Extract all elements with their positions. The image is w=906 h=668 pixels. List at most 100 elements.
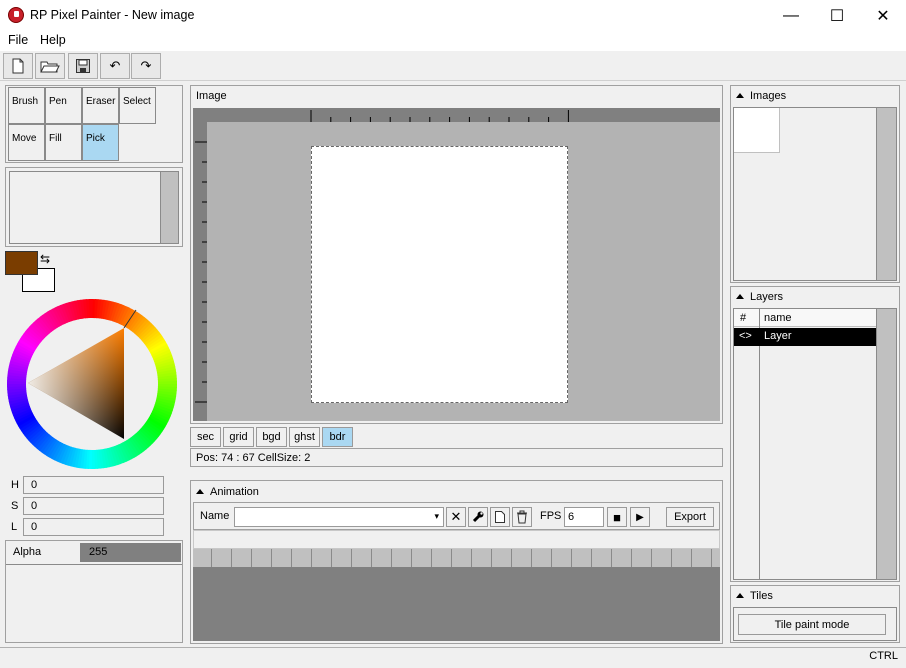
- position-status: Pos: 74 : 67 CellSize: 2: [190, 448, 723, 467]
- canvas-area[interactable]: [193, 108, 720, 421]
- tiles-panel: Tiles Tile paint mode: [730, 585, 900, 643]
- tool-fill[interactable]: Fill: [45, 124, 82, 161]
- tool-move[interactable]: Move: [8, 124, 45, 161]
- images-panel-header[interactable]: Images: [736, 90, 786, 102]
- l-label: L: [11, 521, 18, 533]
- images-panel: Images: [730, 85, 900, 283]
- alpha-slider[interactable]: 255: [80, 543, 181, 562]
- frame-cell[interactable]: [473, 549, 492, 567]
- frame-cell[interactable]: [493, 549, 512, 567]
- layers-panel: Layers # name <> Layer: [730, 286, 900, 582]
- layers-panel-header[interactable]: Layers: [736, 291, 783, 303]
- toggle-bdr[interactable]: bdr: [322, 427, 353, 447]
- frame-cell[interactable]: [513, 549, 532, 567]
- palette-list[interactable]: [9, 171, 179, 244]
- frame-cell[interactable]: [433, 549, 452, 567]
- new-file-button[interactable]: [3, 53, 33, 79]
- animation-preview: [193, 567, 720, 641]
- tool-brush[interactable]: Brush: [8, 87, 45, 124]
- color-wheel[interactable]: [6, 298, 178, 470]
- toggle-grid[interactable]: grid: [223, 427, 254, 447]
- frame-cell[interactable]: [413, 549, 432, 567]
- close-button[interactable]: ✕: [860, 0, 906, 31]
- frame-cell[interactable]: [533, 549, 552, 567]
- play-button[interactable]: ▶: [630, 507, 650, 527]
- layer-name: Layer: [764, 330, 792, 342]
- frame-cell[interactable]: [213, 549, 232, 567]
- frame-cell[interactable]: [613, 549, 632, 567]
- open-button[interactable]: [35, 53, 65, 79]
- tile-paint-mode-button[interactable]: Tile paint mode: [738, 614, 886, 635]
- window-title: RP Pixel Painter - New image: [30, 8, 195, 22]
- frame-cell[interactable]: [373, 549, 392, 567]
- image-thumbnail[interactable]: [734, 108, 780, 153]
- frame-cell[interactable]: [693, 549, 712, 567]
- frame-cell[interactable]: [233, 549, 252, 567]
- menu-help[interactable]: Help: [40, 33, 66, 47]
- frame-cell[interactable]: [673, 549, 692, 567]
- undo-button[interactable]: ↶: [100, 53, 130, 79]
- minimize-button[interactable]: —: [768, 0, 814, 31]
- frame-cell[interactable]: [313, 549, 332, 567]
- menu-file[interactable]: File: [8, 33, 28, 47]
- frame-cell[interactable]: [333, 549, 352, 567]
- stop-button[interactable]: ■: [607, 507, 627, 527]
- frame-cell[interactable]: [253, 549, 272, 567]
- frame-cell[interactable]: [633, 549, 652, 567]
- name-label: Name: [200, 510, 230, 522]
- animation-name-combobox[interactable]: ▾: [234, 507, 444, 527]
- visibility-icon[interactable]: <>: [739, 330, 752, 342]
- frame-cell[interactable]: [393, 549, 412, 567]
- layer-row[interactable]: <> Layer: [734, 328, 878, 346]
- toggle-ghst[interactable]: ghst: [289, 427, 320, 447]
- maximize-button[interactable]: ☐: [814, 0, 860, 31]
- frame-cell[interactable]: [653, 549, 672, 567]
- export-button[interactable]: Export: [666, 507, 714, 527]
- images-list[interactable]: [733, 107, 897, 281]
- redo-button[interactable]: ↷: [131, 53, 161, 79]
- frame-cell[interactable]: [453, 549, 472, 567]
- h-field[interactable]: 0: [23, 476, 164, 494]
- new-animation-button[interactable]: [490, 507, 510, 527]
- tiles-panel-header[interactable]: Tiles: [736, 590, 773, 602]
- image-canvas[interactable]: [311, 146, 568, 403]
- palette-scrollbar[interactable]: [160, 171, 179, 244]
- frame-cell[interactable]: [293, 549, 312, 567]
- collapse-icon: [196, 489, 204, 494]
- alpha-label: Alpha: [13, 546, 42, 558]
- toggle-sec[interactable]: sec: [190, 427, 221, 447]
- images-title: Images: [750, 90, 787, 102]
- frame-cell[interactable]: [273, 549, 292, 567]
- fps-input[interactable]: 6: [564, 507, 604, 527]
- frame-cell[interactable]: [593, 549, 612, 567]
- save-button[interactable]: [68, 53, 98, 79]
- toggle-bgd[interactable]: bgd: [256, 427, 287, 447]
- settings-animation-button[interactable]: [468, 507, 488, 527]
- tool-pick[interactable]: Pick: [82, 124, 119, 161]
- images-scrollbar[interactable]: [876, 108, 896, 280]
- swap-colors-icon[interactable]: ⇆: [40, 252, 50, 266]
- tool-eraser[interactable]: Eraser: [82, 87, 119, 124]
- tool-pen[interactable]: Pen: [45, 87, 82, 124]
- trash-icon: [517, 510, 527, 524]
- layers-scrollbar[interactable]: [876, 309, 896, 579]
- frame-cell[interactable]: [573, 549, 592, 567]
- clear-animation-button[interactable]: ✕: [446, 507, 466, 527]
- frame-strip[interactable]: [193, 549, 720, 567]
- primary-color-swatch[interactable]: [5, 251, 38, 275]
- sl-triangle[interactable]: [28, 328, 124, 439]
- collapse-icon: [736, 294, 744, 299]
- minimize-icon: —: [783, 6, 799, 24]
- maximize-icon: ☐: [829, 7, 845, 25]
- frame-cell[interactable]: [193, 549, 212, 567]
- s-field[interactable]: 0: [23, 497, 164, 515]
- animation-panel-header[interactable]: Animation: [196, 486, 259, 498]
- frame-cell[interactable]: [553, 549, 572, 567]
- delete-animation-button[interactable]: [512, 507, 532, 527]
- l-field[interactable]: 0: [23, 518, 164, 536]
- frame-cell[interactable]: [353, 549, 372, 567]
- tool-select[interactable]: Select: [119, 87, 156, 124]
- stop-icon: ■: [613, 509, 621, 525]
- alpha-panel: Alpha 255: [5, 540, 183, 643]
- layers-table-header: # name: [734, 309, 878, 327]
